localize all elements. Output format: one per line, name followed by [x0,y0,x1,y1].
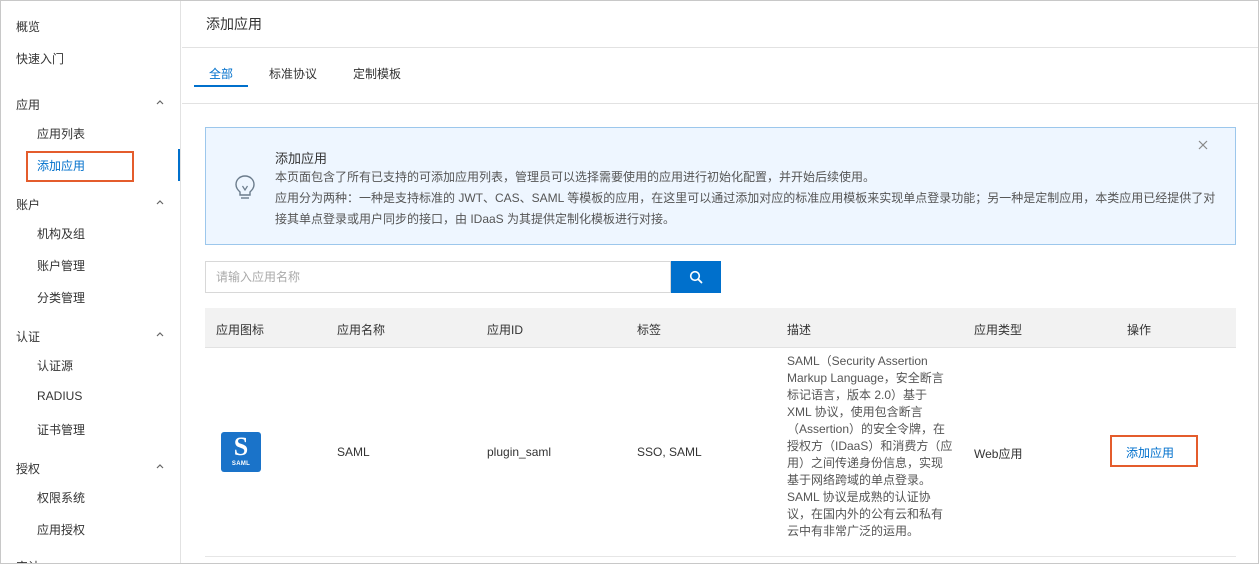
table-header: 应用图标 应用名称 应用ID 标签 描述 应用类型 操作 [205,308,1236,348]
column-header-name: 应用名称 [337,323,386,337]
sidebar-group-label: 应用 [16,98,41,112]
column-header-icon: 应用图标 [216,323,265,337]
column-header-action: 操作 [1127,323,1152,337]
app-name-search-input[interactable] [205,261,671,293]
info-notice: 添加应用 本页面包含了所有已支持的可添加应用列表，管理员可以选择需要使用的应用进… [205,127,1236,245]
chevron-up-icon [156,332,164,337]
page-title: 添加应用 [206,16,262,32]
tab-standard-protocol[interactable]: 标准协议 [269,65,317,82]
chevron-up-icon [156,464,164,469]
sidebar-item-orgs-groups[interactable]: 机构及组 [37,225,85,242]
app-type-cell: Web应用 [974,447,1023,461]
column-header-app-id: 应用ID [487,323,524,337]
sidebar: 概览 快速入门 应用 应用列表 添加应用 账户 机构及组 账户管理 分类管理 认… [1,1,181,563]
sidebar-group-label: 授权 [16,462,41,476]
sidebar-item-overview[interactable]: 概览 [16,18,40,35]
active-indicator [178,149,180,181]
sidebar-group-apps[interactable]: 应用 [16,96,166,113]
active-item-highlight [26,151,134,182]
close-icon[interactable] [1197,139,1209,151]
sidebar-group-authorization[interactable]: 授权 [16,460,166,477]
description-cell: SAML（Security Assertion Markup Language，… [787,354,953,538]
page-header: 添加应用 [182,1,1258,48]
tab-all[interactable]: 全部 [209,65,233,82]
chevron-up-icon [156,200,164,205]
main-content: 添加应用 全部 标准协议 定制模板 添加应用 本页面包含了所有已支持的可添加应用… [182,1,1258,563]
lightbulb-icon [235,175,255,199]
active-tab-underline [194,85,248,87]
sidebar-group-audit[interactable]: 审计 [16,558,166,563]
sidebar-item-radius[interactable]: RADIUS [37,389,82,403]
app-window: 概览 快速入门 应用 应用列表 添加应用 账户 机构及组 账户管理 分类管理 认… [0,0,1259,564]
action-highlight [1110,435,1198,467]
column-header-tags: 标签 [637,323,662,337]
sidebar-item-auth-source[interactable]: 认证源 [37,357,73,374]
column-header-app-type: 应用类型 [974,323,1023,337]
sidebar-group-label: 审计 [16,560,40,563]
notice-text-line: 接其单点登录或用户同步的接口，由 IDaaS 为其提供定制化模板进行对接。 [275,212,676,226]
search-icon [689,270,703,284]
notice-title: 添加应用 [275,151,328,166]
chevron-up-icon [156,100,164,105]
sidebar-group-label: 账户 [16,198,41,212]
sidebar-item-permission-system[interactable]: 权限系统 [37,489,85,506]
search-button[interactable] [671,261,721,293]
app-id-cell: plugin_saml [487,445,552,459]
sidebar-group-accounts[interactable]: 账户 [16,196,166,213]
notice-text-line: 本页面包含了所有已支持的可添加应用列表，管理员可以选择需要使用的应用进行初始化配… [275,170,876,184]
sidebar-item-quickstart[interactable]: 快速入门 [16,50,64,67]
sidebar-item-cert-mgmt[interactable]: 证书管理 [37,421,85,438]
sidebar-group-label: 认证 [16,330,41,344]
table-row: S SAML SAML plugin_saml SSO, SAML SAML（S… [205,348,1236,557]
sidebar-group-auth[interactable]: 认证 [16,328,166,345]
saml-app-icon: S SAML [221,432,261,472]
tags-cell: SSO, SAML [637,445,702,459]
sidebar-item-category-mgmt[interactable]: 分类管理 [37,289,85,306]
sidebar-item-app-authorization[interactable]: 应用授权 [37,521,85,538]
notice-text-line: 应用分为两种：一种是支持标准的 JWT、CAS、SAML 等模板的应用，在这里可… [275,191,1216,205]
tab-custom-template[interactable]: 定制模板 [353,65,401,82]
app-name-cell: SAML [337,445,370,459]
tab-bar: 全部 标准协议 定制模板 [182,48,1258,104]
column-header-description: 描述 [787,323,812,337]
sidebar-item-app-list[interactable]: 应用列表 [37,125,85,142]
sidebar-item-account-mgmt[interactable]: 账户管理 [37,257,85,274]
